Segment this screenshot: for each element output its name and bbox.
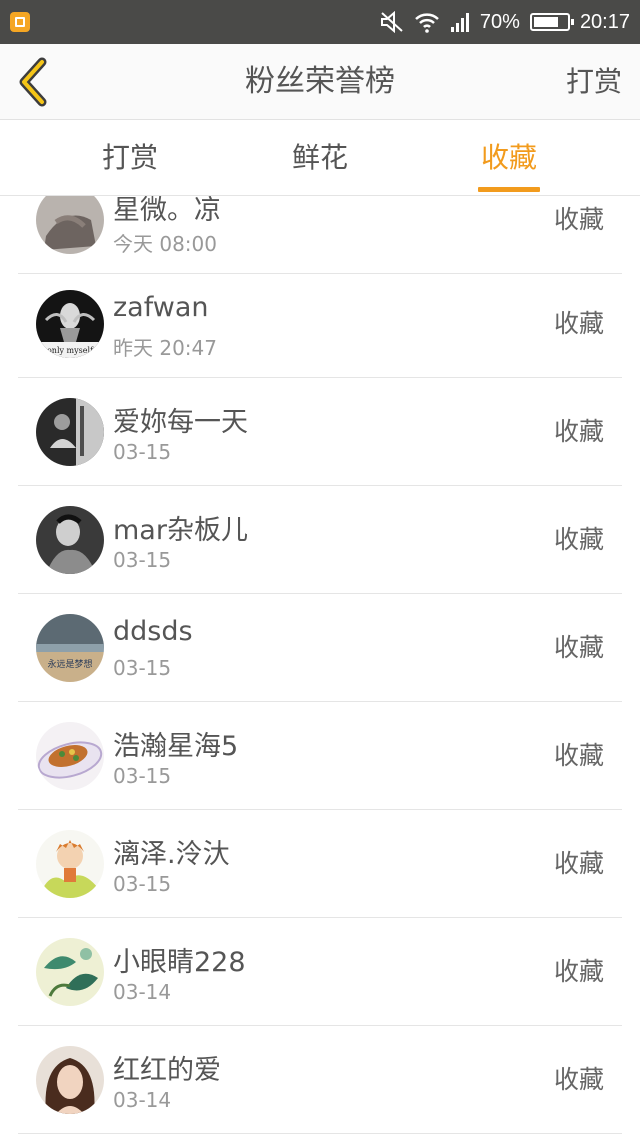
timestamp: 03-14 <box>113 1088 172 1112</box>
action-label: 收藏 <box>553 1065 604 1094</box>
status-bar: 70% 20:17 <box>0 0 640 44</box>
wifi-icon <box>414 11 440 33</box>
clock: 20:17 <box>579 10 630 33</box>
list-item[interactable]: 永远是梦想 ddsds 03-15 收藏 <box>0 594 640 702</box>
divider <box>18 1133 622 1134</box>
tab-label: 收藏 <box>480 141 537 174</box>
user-name: 小眼睛228 <box>113 947 246 978</box>
avatar: 永远是梦想 <box>36 614 104 682</box>
list-item[interactable]: 小眼睛228 03-14 收藏 <box>0 918 640 1026</box>
user-name: 漓泽.泠汏 <box>113 839 230 870</box>
action-label: 收藏 <box>553 741 604 770</box>
tab-flowers[interactable]: 鲜花 <box>280 120 360 196</box>
timestamp: 03-15 <box>113 440 172 464</box>
action-label: 收藏 <box>553 525 604 554</box>
list-item[interactable]: 爱妳每一天 03-15 收藏 <box>0 378 640 486</box>
action-label: 收藏 <box>553 957 604 986</box>
avatar <box>36 830 104 898</box>
user-name: 爱妳每一天 <box>113 407 248 438</box>
timestamp: 03-15 <box>113 656 172 680</box>
list-item[interactable]: 漓泽.泠汏 03-15 收藏 <box>0 810 640 918</box>
avatar <box>36 1046 104 1114</box>
reward-button[interactable]: 打赏 <box>566 44 622 120</box>
user-name: ddsds <box>113 616 193 647</box>
action-label: 收藏 <box>553 849 604 878</box>
page-title: 粉丝荣誉榜 <box>245 64 395 99</box>
action-label: 收藏 <box>553 417 604 446</box>
timestamp: 03-15 <box>113 872 172 896</box>
tab-reward[interactable]: 打赏 <box>90 120 170 196</box>
avatar: only myself <box>36 290 104 358</box>
battery-icon <box>529 13 574 31</box>
active-tab-indicator <box>478 187 540 192</box>
timestamp: 今天 08:00 <box>113 232 217 256</box>
tab-label: 鲜花 <box>291 141 348 174</box>
user-name: 星微。凉 <box>113 196 221 226</box>
status-indicators: 70% 20:17 <box>380 0 630 44</box>
tab-label: 打赏 <box>101 141 158 174</box>
avatar <box>36 722 104 790</box>
list-item[interactable]: 星微。凉 今天 08:00 收藏 <box>0 196 640 274</box>
avatar-caption: 永远是梦想 <box>47 658 92 670</box>
avatar <box>36 506 104 574</box>
timestamp: 03-15 <box>113 548 172 572</box>
list-item[interactable]: 浩瀚星海5 03-15 收藏 <box>0 702 640 810</box>
mute-icon <box>380 11 404 33</box>
fan-list[interactable]: 星微。凉 今天 08:00 收藏 only myself zafwan 昨天 2… <box>0 196 640 1138</box>
header-bar: 粉丝荣誉榜 打赏 <box>0 44 640 120</box>
timestamp: 昨天 20:47 <box>113 336 217 360</box>
tab-favorites[interactable]: 收藏 <box>478 120 540 196</box>
avatar <box>36 398 104 466</box>
avatar-caption: only myself <box>47 346 94 355</box>
action-label: 收藏 <box>553 633 604 662</box>
avatar <box>36 938 104 1006</box>
battery-percent: 70% <box>479 10 520 33</box>
list-item[interactable]: only myself zafwan 昨天 20:47 收藏 <box>0 270 640 378</box>
user-name: 浩瀚星海5 <box>113 731 239 762</box>
signal-icon <box>450 11 470 33</box>
list-item[interactable]: 红红的爱 03-14 收藏 <box>0 1026 640 1134</box>
timestamp: 03-15 <box>113 764 172 788</box>
user-name: 红红的爱 <box>113 1055 221 1086</box>
user-name: mar杂板儿 <box>113 515 248 546</box>
avatar <box>36 196 104 254</box>
tab-bar: 打赏 鲜花 收藏 <box>0 120 640 196</box>
app-notification-icon <box>10 12 30 32</box>
action-label: 收藏 <box>553 309 604 338</box>
timestamp: 03-14 <box>113 980 172 1004</box>
user-name: zafwan <box>113 292 209 323</box>
action-label: 收藏 <box>553 205 604 234</box>
list-item[interactable]: mar杂板儿 03-15 收藏 <box>0 486 640 594</box>
